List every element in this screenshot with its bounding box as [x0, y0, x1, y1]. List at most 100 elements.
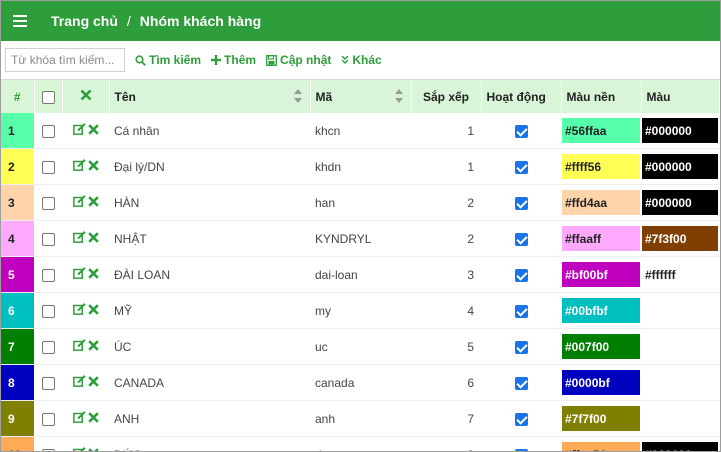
delete-icon[interactable] [87, 339, 99, 354]
row-order: 4 [411, 292, 481, 329]
edit-icon[interactable] [72, 375, 86, 390]
edit-icon[interactable] [72, 303, 86, 318]
search-button-label: Tìm kiếm [149, 53, 202, 67]
active-checkbox[interactable] [514, 124, 528, 138]
edit-icon[interactable] [72, 231, 86, 246]
bgcolor-swatch[interactable]: #0000bf [562, 370, 640, 395]
edit-icon[interactable] [72, 411, 86, 426]
edit-icon[interactable] [72, 195, 86, 210]
row-checkbox[interactable] [41, 412, 55, 426]
bgcolor-swatch[interactable]: #7f7f00 [562, 406, 640, 431]
color-swatch[interactable]: #7f3f00 [642, 226, 718, 251]
active-checkbox[interactable] [514, 448, 528, 451]
hamburger-icon[interactable] [1, 1, 39, 41]
active-checkbox[interactable] [514, 412, 528, 426]
row-bgcolor-cell: #ffd4aa [561, 184, 641, 221]
row-select-cell [34, 113, 62, 149]
row-checkbox[interactable] [41, 160, 55, 174]
row-checkbox[interactable] [41, 268, 55, 282]
sort-icon[interactable] [394, 89, 403, 103]
search-button[interactable]: Tìm kiếm [135, 53, 201, 67]
color-swatch[interactable]: #ffffff [642, 262, 718, 287]
table-row[interactable]: 5 ĐÀI LOAN dai-loan 3 #bf00bf #ffffff [1, 256, 719, 293]
row-checkbox[interactable] [41, 196, 55, 210]
active-checkbox[interactable] [514, 196, 528, 210]
active-checkbox[interactable] [514, 340, 528, 354]
col-header-color[interactable]: Màu [641, 80, 720, 113]
delete-icon[interactable] [87, 411, 99, 426]
row-bgcolor-cell: #00bfbf [561, 292, 641, 329]
bgcolor-swatch[interactable]: #bf00bf [562, 262, 640, 287]
bgcolor-swatch[interactable]: #ffd4aa [562, 190, 640, 215]
row-checkbox[interactable] [41, 124, 55, 138]
edit-icon[interactable] [72, 267, 86, 282]
color-swatch[interactable]: #000000 [642, 154, 718, 179]
row-color-cell: #000000 [641, 184, 719, 221]
col-header-active[interactable]: Hoạt động [481, 80, 562, 113]
delete-icon[interactable] [87, 231, 99, 246]
table-row[interactable]: 3 HÀN han 2 #ffd4aa #000000 [1, 184, 719, 221]
row-checkbox[interactable] [41, 232, 55, 246]
row-name: HÀN [109, 184, 310, 221]
color-swatch[interactable]: #000000 [642, 118, 718, 143]
delete-icon[interactable] [87, 159, 99, 174]
color-swatch[interactable]: #000000 [642, 190, 718, 215]
active-checkbox[interactable] [514, 376, 528, 390]
search-input[interactable] [5, 48, 125, 72]
table-row[interactable]: 2 Đại lý/DN khdn 1 #ffff56 #000000 [1, 148, 719, 185]
row-checkbox[interactable] [41, 448, 55, 451]
update-button-label: Cập nhật [280, 53, 332, 67]
edit-icon[interactable] [72, 123, 86, 138]
active-checkbox[interactable] [514, 232, 528, 246]
delete-icon[interactable] [87, 267, 99, 282]
bgcolor-swatch[interactable]: #007f00 [562, 334, 640, 359]
row-bgcolor-cell: #ffaaff [561, 220, 641, 257]
select-all-checkbox[interactable] [41, 90, 55, 104]
active-checkbox[interactable] [514, 304, 528, 318]
bgcolor-swatch[interactable]: #00bfbf [562, 298, 640, 323]
update-button[interactable]: Cập nhật [266, 53, 331, 67]
row-checkbox[interactable] [41, 376, 55, 390]
delete-icon[interactable] [87, 375, 99, 390]
edit-icon[interactable] [72, 339, 86, 354]
delete-icon[interactable] [87, 123, 99, 138]
bgcolor-swatch[interactable]: #ffff56 [562, 154, 640, 179]
table-row[interactable]: 7 ÚC uc 5 #007f00 [1, 328, 719, 365]
table-row[interactable]: 1 Cá nhân khcn 1 #56ffaa #000000 [1, 113, 719, 149]
table-row[interactable]: 10 ĐỨCduc8 #ffaa56#000000 [1, 436, 719, 451]
sort-icon[interactable] [293, 89, 302, 103]
active-checkbox[interactable] [514, 160, 528, 174]
add-button[interactable]: Thêm [211, 53, 256, 67]
breadcrumb: Trang chủ / Nhóm khách hàng [39, 13, 261, 29]
color-swatch[interactable] [642, 334, 718, 359]
more-button[interactable]: Khác [341, 53, 382, 67]
edit-icon[interactable] [72, 159, 86, 174]
col-header-code[interactable]: Mã [310, 80, 412, 113]
breadcrumb-home[interactable]: Trang chủ [51, 13, 118, 29]
bgcolor-swatch[interactable]: #ffaaff [562, 226, 640, 251]
row-color-cell [641, 400, 719, 437]
table-row[interactable]: 8 CANADA canada 6 #0000bf [1, 364, 719, 401]
clear-icon[interactable] [80, 89, 92, 101]
color-swatch[interactable]: #000000 [642, 442, 718, 451]
delete-icon[interactable] [87, 303, 99, 318]
table-row[interactable]: 6 MỸ my 4 #00bfbf [1, 292, 719, 329]
double-chevron-icon [341, 55, 349, 64]
col-header-bgcolor[interactable]: Màu nền [561, 80, 642, 113]
delete-icon[interactable] [87, 195, 99, 210]
row-order: 1 [411, 113, 481, 149]
delete-icon[interactable] [87, 447, 99, 451]
active-checkbox[interactable] [514, 268, 528, 282]
color-swatch[interactable] [642, 406, 718, 431]
color-swatch[interactable] [642, 370, 718, 395]
row-checkbox[interactable] [41, 304, 55, 318]
row-checkbox[interactable] [41, 340, 55, 354]
col-header-name[interactable]: Tên [109, 80, 311, 113]
table-row[interactable]: 4 NHẬT KYNDRYL 2 #ffaaff #7f3f00 [1, 220, 719, 257]
col-header-order[interactable]: Sắp xếp [411, 80, 482, 113]
color-swatch[interactable] [642, 298, 718, 323]
bgcolor-swatch[interactable]: #ffaa56 [562, 442, 640, 451]
edit-icon[interactable] [72, 447, 86, 451]
table-row[interactable]: 9 ANH anh 7 #7f7f00 [1, 400, 719, 437]
bgcolor-swatch[interactable]: #56ffaa [562, 118, 640, 143]
